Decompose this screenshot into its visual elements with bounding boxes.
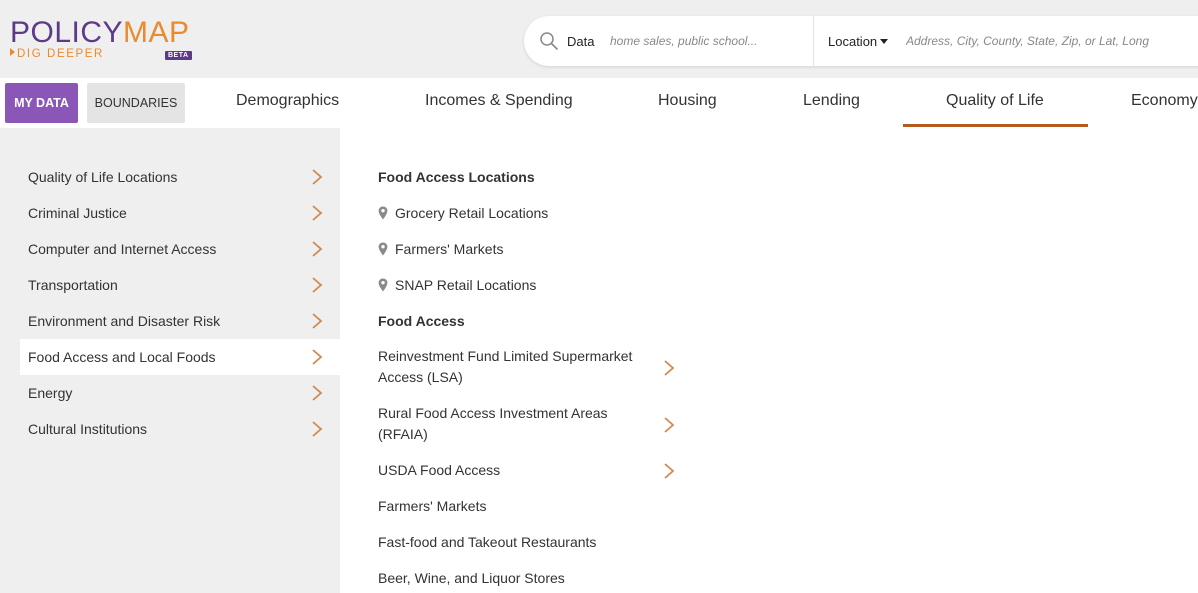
sidebar-item-environment-disaster-risk[interactable]: Environment and Disaster Risk: [20, 303, 340, 339]
search-bar: Data Location: [524, 16, 1198, 66]
sidebar-item-label: Criminal Justice: [28, 205, 127, 221]
sidebar-item-label: Energy: [28, 385, 73, 401]
sidebar-item-label: Cultural Institutions: [28, 421, 148, 437]
chevron-right-icon: [312, 349, 323, 365]
logo-tagline-text: DIG DEEPER: [17, 48, 104, 60]
search-icon[interactable]: [539, 31, 559, 51]
indicator-item-label: Farmers' Markets: [378, 498, 487, 514]
indicator-item-label: Rural Food Access Investment Areas (RFAI…: [378, 405, 608, 442]
location-item-label: Grocery Retail Locations: [395, 205, 549, 221]
boundaries-button[interactable]: BOUNDARIES: [87, 83, 185, 123]
location-dropdown[interactable]: Location: [828, 34, 889, 49]
chevron-right-icon: [312, 421, 323, 437]
location-dropdown-label: Location: [828, 34, 878, 49]
chevron-right-icon: [312, 205, 323, 221]
map-pin-icon: [378, 278, 388, 292]
sidebar-item-food-access-local-foods[interactable]: Food Access and Local Foods: [20, 339, 340, 375]
chevron-right-icon: [312, 385, 323, 401]
sidebar-item-label: Environment and Disaster Risk: [28, 313, 221, 329]
play-icon: [10, 48, 15, 56]
indicator-item-fast-food-restaurants[interactable]: Fast-food and Takeout Restaurants: [378, 532, 678, 554]
sidebar-item-transportation[interactable]: Transportation: [20, 267, 340, 303]
indicator-item-rfaia[interactable]: Rural Food Access Investment Areas (RFAI…: [378, 403, 678, 447]
sidebar-item-label: Computer and Internet Access: [28, 241, 217, 257]
map-pin-icon: [378, 206, 388, 220]
logo-wordmark: POLICYMAP: [10, 18, 200, 48]
map-pin-icon: [378, 242, 388, 256]
chevron-right-icon: [312, 313, 323, 329]
indicator-item-limited-supermarket-access[interactable]: Reinvestment Fund Limited Supermarket Ac…: [378, 346, 678, 390]
location-search-input[interactable]: [906, 29, 1198, 53]
indicator-item-farmers-markets[interactable]: Farmers' Markets: [378, 496, 678, 518]
chevron-right-icon: [664, 417, 675, 433]
main-nav: MY DATA BOUNDARIES Demographics Incomes …: [0, 78, 1198, 128]
tab-lending[interactable]: Lending: [803, 92, 860, 110]
indicator-item-label: Beer, Wine, and Liquor Stores: [378, 570, 565, 586]
chevron-right-icon: [312, 169, 323, 185]
logo-tagline: DIG DEEPER: [10, 48, 104, 60]
data-search-input[interactable]: [610, 29, 800, 53]
sidebar-item-energy[interactable]: Energy: [20, 375, 340, 411]
tab-demographics[interactable]: Demographics: [236, 92, 339, 110]
sidebar-item-criminal-justice[interactable]: Criminal Justice: [20, 195, 340, 231]
chevron-right-icon: [312, 277, 323, 293]
sidebar-item-quality-of-life-locations[interactable]: Quality of Life Locations: [20, 159, 340, 195]
food-access-heading: Food Access: [378, 313, 465, 329]
tab-economy[interactable]: Economy: [1131, 92, 1198, 110]
sidebar-item-label: Food Access and Local Foods: [28, 349, 216, 365]
my-data-button[interactable]: MY DATA: [5, 83, 78, 123]
search-divider: [813, 16, 814, 66]
chevron-right-icon: [312, 241, 323, 257]
sidebar-item-cultural-institutions[interactable]: Cultural Institutions: [20, 411, 340, 447]
caret-down-icon: [880, 39, 889, 44]
sidebar-item-label: Quality of Life Locations: [28, 169, 178, 185]
tab-incomes-spending[interactable]: Incomes & Spending: [425, 92, 573, 110]
logo-part-policy: POLICY: [10, 16, 124, 49]
sidebar-item-label: Transportation: [28, 277, 118, 293]
indicator-item-label: Fast-food and Takeout Restaurants: [378, 534, 597, 550]
food-access-locations-heading: Food Access Locations: [378, 169, 535, 185]
policymap-logo[interactable]: POLICYMAP DIG DEEPER BETA: [10, 18, 200, 66]
chevron-right-icon: [664, 463, 675, 479]
indicator-item-beer-wine-liquor[interactable]: Beer, Wine, and Liquor Stores: [378, 568, 678, 590]
indicator-item-usda-food-access[interactable]: USDA Food Access: [378, 460, 678, 482]
tab-quality-of-life[interactable]: Quality of Life: [946, 92, 1044, 110]
indicator-item-label: USDA Food Access: [378, 462, 501, 478]
tab-housing[interactable]: Housing: [658, 92, 717, 110]
data-search-label: Data: [567, 34, 595, 49]
logo-part-map: MAP: [123, 16, 190, 49]
location-item-label: Farmers' Markets: [395, 241, 504, 257]
app-header: POLICYMAP DIG DEEPER BETA Data Location: [0, 0, 1198, 78]
chevron-right-icon: [664, 360, 675, 376]
location-item-label: SNAP Retail Locations: [395, 277, 537, 293]
active-tab-indicator: [903, 124, 1088, 127]
beta-badge: BETA: [165, 51, 192, 60]
sidebar-item-computer-internet-access[interactable]: Computer and Internet Access: [20, 231, 340, 267]
indicator-item-label: Reinvestment Fund Limited Supermarket Ac…: [378, 348, 633, 385]
